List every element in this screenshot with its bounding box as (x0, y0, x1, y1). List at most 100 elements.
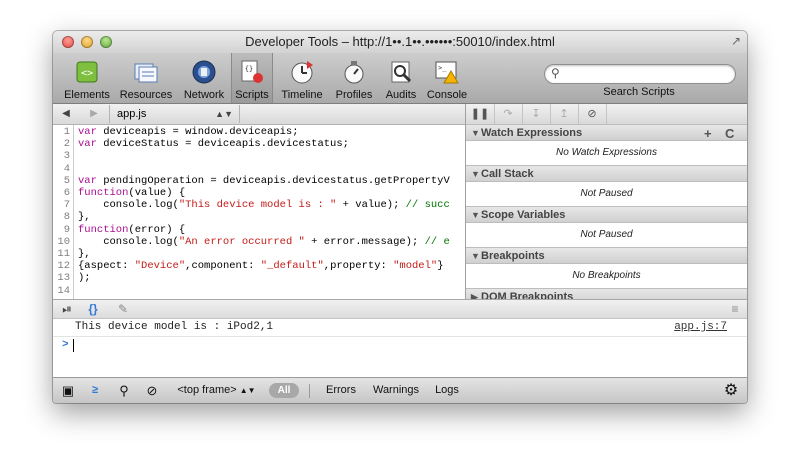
minimize-window-button[interactable] (81, 36, 93, 48)
line-number[interactable]: 3 (53, 150, 70, 162)
search-scripts-input[interactable]: ⚲ (544, 64, 736, 84)
console-log-source-link[interactable]: app.js:7 (674, 321, 727, 333)
search-scripts-label: Search Scripts (603, 86, 675, 98)
line-number[interactable]: 5 (53, 175, 70, 187)
script-file-name: app.js (117, 108, 147, 120)
forward-arrow-icon[interactable]: ▶ (87, 107, 101, 121)
code-text: console.log("An error occurred " + error… (78, 235, 450, 248)
tab-console[interactable]: >_ Console (424, 53, 470, 103)
edit-icon[interactable]: ✎ (113, 300, 133, 318)
scope-variables-header[interactable]: ▼ Scope Variables (466, 206, 747, 223)
back-arrow-icon[interactable]: ◀ (59, 107, 73, 121)
script-file-select[interactable]: app.js ▲▼ (109, 105, 240, 123)
filter-warnings-button[interactable]: Warnings (367, 378, 425, 403)
code-text: }, (78, 248, 91, 260)
step-out-icon[interactable]: ↥ (550, 104, 579, 124)
dom-breakpoints-header[interactable]: ▶ DOM Breakpoints (466, 288, 747, 299)
console-input-cursor[interactable] (73, 339, 74, 352)
pretty-print-icon[interactable]: {} (83, 300, 103, 318)
code-text: function(value) { (78, 187, 186, 199)
watch-expressions-header[interactable]: ▼ Watch Expressions + C (466, 124, 747, 141)
line-number[interactable]: 9 (53, 224, 70, 236)
console-drawer[interactable]: This device model is : iPod2,1 app.js:7 … (53, 319, 747, 377)
tab-elements-label: Elements (64, 89, 110, 101)
pause-on-exceptions-icon[interactable]: ⏯ (57, 300, 77, 318)
line-number[interactable]: 13 (53, 272, 70, 284)
close-window-button[interactable] (62, 36, 74, 48)
code-editor[interactable]: 1 var deviceapis = window.deviceapis; 2 var… (53, 125, 465, 299)
scope-variables-title: Scope Variables (481, 209, 566, 221)
add-watch-icon[interactable]: + (704, 125, 712, 142)
search-icon: ⚲ (551, 66, 560, 80)
tab-timeline[interactable]: Timeline (277, 53, 327, 103)
scope-variables-body: Not Paused (580, 229, 633, 240)
line-number[interactable]: 6 (53, 187, 70, 199)
frame-selector[interactable]: <top frame> ▲▼ (174, 378, 259, 403)
breakpoints-header[interactable]: ▼ Breakpoints (466, 247, 747, 264)
breakpoints-body: No Breakpoints (572, 270, 641, 281)
tab-audits[interactable]: Audits (380, 53, 422, 103)
tab-resources-label: Resources (119, 89, 173, 101)
code-text: ); (78, 272, 91, 285)
window-title: Developer Tools – http://1••.1••.••••••:… (245, 34, 555, 49)
elements-icon: <> (76, 61, 98, 83)
console-divider (53, 336, 747, 337)
pause-icon[interactable]: ❚❚ (466, 104, 495, 124)
network-icon (192, 60, 216, 84)
refresh-icon[interactable]: C (725, 125, 734, 142)
filter-logs-button[interactable]: Logs (429, 378, 465, 403)
drawer-resize-icon[interactable]: ≡ (727, 300, 743, 318)
tab-resources[interactable]: Resources (117, 53, 175, 103)
tab-network-label: Network (183, 89, 225, 101)
line-number[interactable]: 8 (53, 211, 70, 223)
dom-breakpoints-title: DOM Breakpoints (481, 291, 574, 299)
tab-profiles[interactable]: Profiles (330, 53, 378, 103)
line-number[interactable]: 7 (53, 199, 70, 211)
call-stack-title: Call Stack (481, 168, 534, 180)
line-number[interactable]: 10 (53, 236, 70, 248)
status-separator (309, 384, 310, 398)
call-stack-header[interactable]: ▼ Call Stack (466, 165, 747, 182)
line-number[interactable]: 12 (53, 260, 70, 272)
watch-expressions-title: Watch Expressions (481, 127, 583, 139)
tab-console-label: Console (426, 89, 468, 101)
svg-text:>_: >_ (438, 64, 447, 72)
profiles-icon (344, 61, 364, 84)
settings-gear-icon[interactable]: ⚙ (721, 378, 741, 403)
console-icon: >_ (435, 61, 459, 84)
console-toggle-icon[interactable]: ≥ (84, 378, 106, 403)
devtools-window: Developer Tools – http://1••.1••.••••••:… (53, 31, 747, 403)
debugger-controls: ❚❚ ↷ ↧ ↥ ⊘ (466, 104, 747, 125)
line-number[interactable]: 11 (53, 248, 70, 260)
line-number[interactable]: 1 (53, 126, 70, 138)
filter-errors-button[interactable]: Errors (317, 378, 365, 403)
dock-icon[interactable]: ▣ (59, 378, 77, 403)
line-number[interactable]: 2 (53, 138, 70, 150)
fullscreen-icon[interactable]: ↗ (731, 35, 741, 47)
line-number[interactable]: 4 (53, 163, 70, 175)
tab-scripts-label: Scripts (235, 89, 269, 101)
scripts-icon: {} (241, 60, 263, 83)
step-over-icon[interactable]: ↷ (494, 104, 523, 124)
console-log-message: This device model is : iPod2,1 (75, 321, 274, 333)
zoom-window-button[interactable] (100, 36, 112, 48)
deactivate-breakpoints-icon[interactable]: ⊘ (578, 104, 607, 124)
search-icon[interactable]: ⚲ (115, 378, 133, 403)
line-number[interactable]: 14 (53, 285, 70, 297)
disclosure-triangle-icon: ▼ (471, 210, 480, 220)
filter-all-button[interactable]: All (269, 383, 299, 398)
clear-console-icon[interactable]: ⊘ (143, 378, 161, 403)
tab-elements[interactable]: <> Elements (61, 53, 113, 103)
code-text: }, (78, 211, 91, 224)
disclosure-triangle-icon: ▼ (471, 251, 480, 261)
debugger-sidebar: ❚❚ ↷ ↧ ↥ ⊘ ▼ Watch Expressions + C No Wa… (466, 104, 747, 299)
tab-timeline-label: Timeline (281, 89, 323, 101)
scripts-navigation-bar: ◀ ▶ app.js ▲▼ (53, 104, 465, 125)
tab-network[interactable]: Network (178, 53, 230, 103)
breakpoints-title: Breakpoints (481, 250, 545, 262)
frame-selector-label: <top frame> (177, 384, 237, 396)
tab-scripts[interactable]: {} Scripts (231, 53, 273, 103)
status-bar: ▣ ≥ ⚲ ⊘ <top frame> ▲▼ All Errors Warnin… (53, 377, 747, 403)
disclosure-triangle-icon: ▼ (471, 169, 480, 179)
step-into-icon[interactable]: ↧ (522, 104, 551, 124)
